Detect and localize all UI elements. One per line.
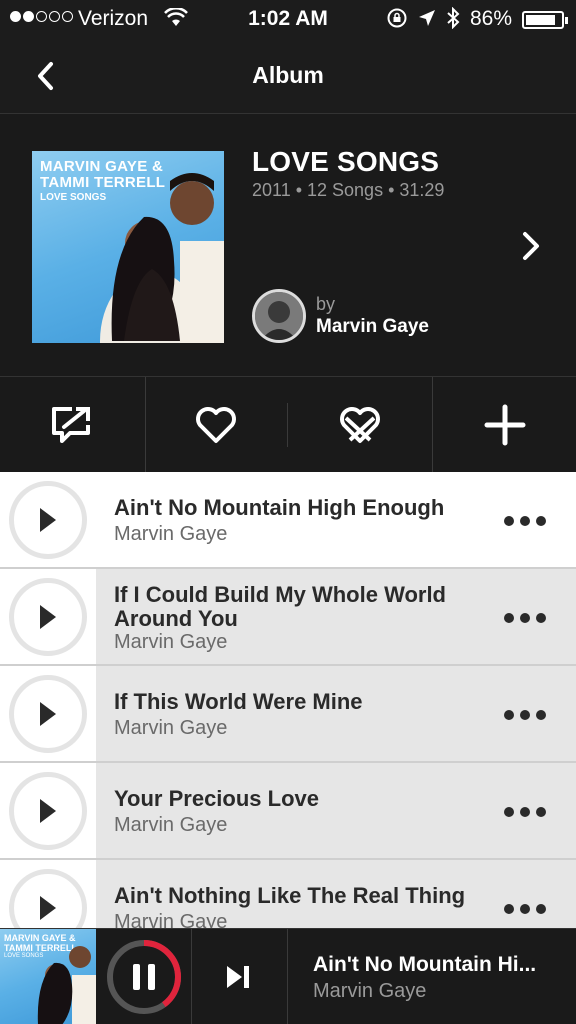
signal-strength-icon (10, 11, 73, 22)
battery-icon (522, 11, 568, 29)
add-button[interactable] (433, 377, 576, 473)
track-more-button[interactable] (500, 894, 550, 924)
play-icon (40, 896, 56, 920)
now-playing-title[interactable]: Ain't No Mountain Hi... (313, 953, 536, 977)
track-artist: Marvin Gaye (114, 911, 228, 928)
battery-percentage: 86% (470, 7, 513, 30)
track-more-button[interactable] (500, 603, 550, 633)
track-title: Ain't No Mountain High Enough (114, 495, 445, 520)
page-title: Album (252, 62, 324, 88)
play-track-button[interactable] (9, 772, 87, 850)
chevron-right-icon (523, 232, 539, 260)
track-artist: Marvin Gaye (114, 523, 228, 545)
action-bar (0, 376, 576, 473)
album-meta: 2011 • 12 Songs • 31:29 (252, 180, 445, 200)
hate-button[interactable] (288, 377, 432, 473)
track-artist: Marvin Gaye (114, 631, 228, 653)
play-icon (40, 508, 56, 532)
mini-player: MARVIN GAYE & TAMMI TERRELL LOVE SONGS A… (0, 928, 576, 1024)
location-icon (418, 9, 436, 33)
share-icon (51, 407, 90, 443)
track-row[interactable]: Ain't No Mountain High Enough Marvin Gay… (0, 472, 576, 569)
carrier-name: Verizon (78, 7, 149, 30)
album-title: LOVE SONGS (252, 146, 440, 177)
rotation-lock-icon (386, 7, 408, 35)
status-bar: Verizon 1:02 AM 86% (0, 0, 576, 38)
track-row[interactable]: If This World Were Mine Marvin Gaye (0, 666, 576, 763)
now-playing-artist: Marvin Gaye (313, 980, 427, 1002)
track-title: Your Precious Love (114, 786, 319, 811)
play-icon (40, 605, 56, 629)
play-icon (40, 799, 56, 823)
album-details-button[interactable] (516, 229, 546, 263)
cover-photo (100, 173, 224, 343)
now-playing-cover[interactable]: MARVIN GAYE & TAMMI TERRELL LOVE SONGS (0, 929, 96, 1024)
pause-icon (107, 940, 181, 1014)
broken-heart-icon (340, 407, 380, 443)
skip-next-icon (227, 966, 249, 988)
share-button[interactable] (0, 377, 145, 473)
wifi-icon (164, 6, 188, 34)
bluetooth-icon (446, 6, 460, 35)
track-row[interactable]: If I Could Build My Whole World Around Y… (0, 569, 576, 666)
album-header: MARVIN GAYE & TAMMI TERRELL LOVE SONGS L… (0, 114, 576, 376)
mini-cover-photo (37, 946, 96, 1024)
pause-button[interactable] (104, 937, 184, 1017)
track-title: If This World Were Mine (114, 689, 363, 714)
status-icons (386, 6, 460, 35)
track-more-button[interactable] (500, 797, 550, 827)
nav-bar: Album (0, 38, 576, 114)
play-track-button[interactable] (9, 578, 87, 656)
album-cover[interactable]: MARVIN GAYE & TAMMI TERRELL LOVE SONGS (32, 151, 224, 343)
play-icon (40, 702, 56, 726)
track-list: Ain't No Mountain High Enough Marvin Gay… (0, 472, 576, 928)
track-artist: Marvin Gaye (114, 717, 228, 739)
track-more-button[interactable] (500, 700, 550, 730)
play-track-button[interactable] (9, 675, 87, 753)
track-row[interactable]: Your Precious Love Marvin Gaye (0, 763, 576, 860)
track-more-button[interactable] (500, 506, 550, 536)
next-track-button[interactable] (214, 957, 262, 997)
by-label: by (316, 294, 336, 314)
plus-icon (484, 404, 525, 446)
artist-avatar[interactable] (252, 289, 306, 343)
track-title: Ain't Nothing Like The Real Thing (114, 883, 466, 908)
play-track-button[interactable] (9, 481, 87, 559)
track-title: If I Could Build My Whole World Around Y… (114, 582, 446, 631)
love-button[interactable] (146, 377, 286, 473)
track-row[interactable]: Ain't Nothing Like The Real Thing Marvin… (0, 860, 576, 928)
track-artist: Marvin Gaye (114, 814, 228, 836)
artist-name[interactable]: Marvin Gaye (316, 316, 429, 338)
heart-icon (196, 407, 236, 443)
